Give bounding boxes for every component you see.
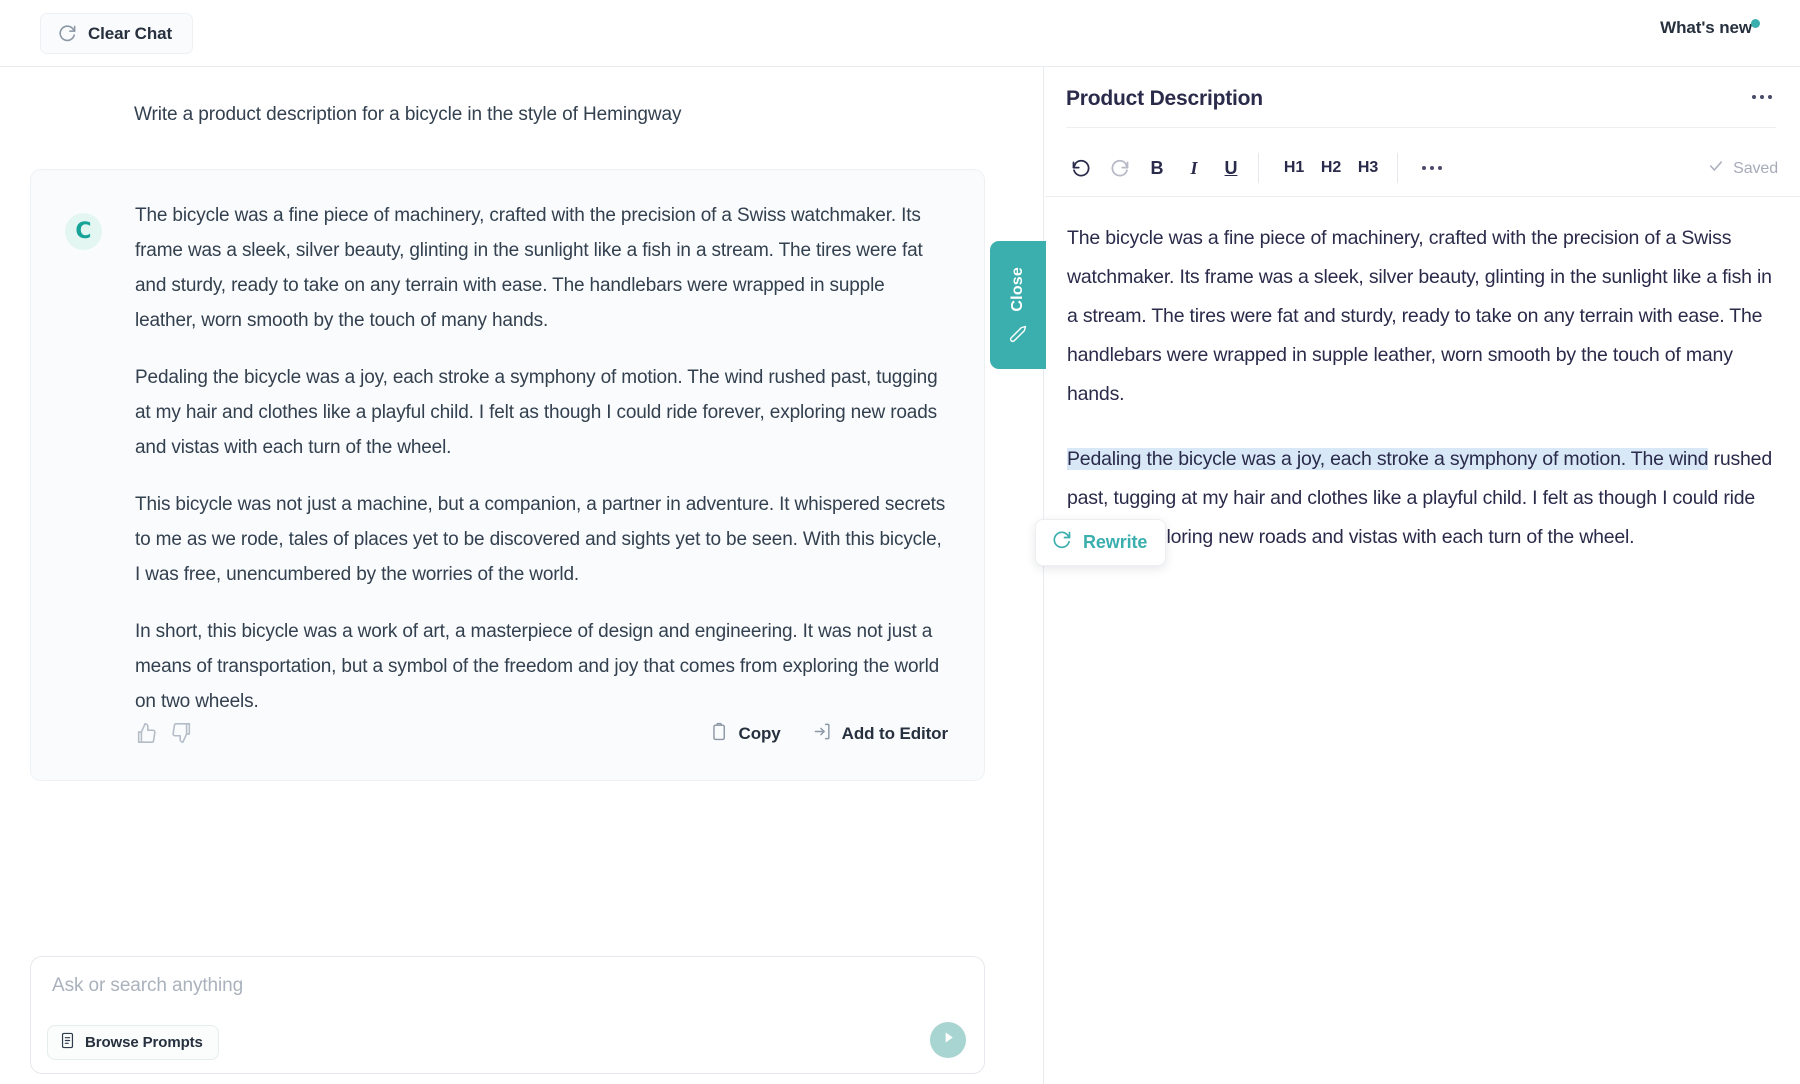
toolbar-divider <box>1258 153 1259 183</box>
h2-button[interactable]: H2 <box>1311 150 1351 186</box>
clear-chat-button[interactable]: Clear Chat <box>40 13 194 54</box>
clipboard-icon <box>710 722 729 746</box>
search-input[interactable] <box>52 975 912 997</box>
top-bar: Clear Chat What's new <box>0 0 1800 67</box>
editor-pane: Product Description B I U H1 H2 H3 Saved… <box>1045 67 1800 1084</box>
rewrite-label: Rewrite <box>1083 532 1148 552</box>
editor-content[interactable]: The bicycle was a fine piece of machiner… <box>1067 219 1779 583</box>
assistant-message-body: The bicycle was a fine piece of machiner… <box>135 198 950 719</box>
h3-button[interactable]: H3 <box>1348 150 1388 186</box>
toolbar-more-ellipsis-icon[interactable] <box>1413 150 1451 186</box>
whats-new-label: What's new <box>1660 18 1752 37</box>
bold-label: B <box>1150 157 1164 178</box>
h1-label: H1 <box>1283 159 1305 176</box>
h3-label: H3 <box>1357 159 1379 176</box>
refresh-icon <box>58 24 77 43</box>
assistant-paragraph: The bicycle was a fine piece of machiner… <box>135 205 923 331</box>
editor-paragraph: The bicycle was a fine piece of machiner… <box>1067 227 1772 405</box>
undo-icon[interactable] <box>1063 150 1097 186</box>
refresh-icon <box>1052 530 1072 555</box>
pen-edit-icon <box>1009 320 1027 343</box>
saved-label: Saved <box>1733 159 1778 177</box>
editor-options-ellipsis-icon[interactable] <box>1750 89 1774 105</box>
copy-button[interactable]: Copy <box>710 722 781 746</box>
h1-button[interactable]: H1 <box>1274 150 1314 186</box>
composer: Browse Prompts <box>30 956 985 1074</box>
browse-prompts-label: Browse Prompts <box>85 1034 203 1051</box>
add-to-editor-icon <box>813 722 832 746</box>
assistant-message-card: C The bicycle was a fine piece of machin… <box>30 169 985 781</box>
underline-button[interactable]: U <box>1214 150 1248 186</box>
title-divider <box>1066 127 1776 128</box>
selected-text: Pedaling the bicycle was a joy, each str… <box>1067 448 1709 470</box>
add-to-editor-button[interactable]: Add to Editor <box>813 722 948 746</box>
chat-pane: Write a product description for a bicycl… <box>0 67 1044 1084</box>
copy-label: Copy <box>738 724 781 743</box>
thumbs-down-icon[interactable] <box>171 722 193 744</box>
message-action-bar: Copy Add to Editor <box>135 722 948 752</box>
thumbs-up-icon[interactable] <box>135 722 157 744</box>
italic-label: I <box>1190 157 1198 178</box>
close-editor-tab[interactable]: Close <box>990 241 1046 369</box>
assistant-paragraph: Pedaling the bicycle was a joy, each str… <box>135 367 938 458</box>
whats-new-button[interactable]: What's new <box>1660 18 1760 38</box>
redo-icon[interactable] <box>1103 150 1137 186</box>
assistant-avatar: C <box>65 213 102 250</box>
add-to-editor-label: Add to Editor <box>841 724 948 743</box>
editor-toolbar: B I U H1 H2 H3 Saved <box>1045 140 1800 197</box>
check-icon <box>1708 158 1724 179</box>
underline-label: U <box>1224 157 1238 178</box>
clear-chat-label: Clear Chat <box>88 23 173 43</box>
saved-status: Saved <box>1708 158 1778 179</box>
bold-button[interactable]: B <box>1140 150 1174 186</box>
toolbar-divider <box>1397 153 1398 183</box>
h2-label: H2 <box>1320 159 1342 176</box>
editor-document-title: Product Description <box>1066 87 1263 110</box>
italic-button[interactable]: I <box>1177 150 1211 186</box>
avatar-letter: C <box>75 218 92 244</box>
assistant-paragraph: In short, this bicycle was a work of art… <box>135 621 940 712</box>
browse-prompts-button[interactable]: Browse Prompts <box>47 1025 219 1060</box>
rewrite-button[interactable]: Rewrite <box>1035 519 1167 566</box>
whats-new-badge-dot <box>1751 19 1760 28</box>
close-tab-label: Close <box>1009 266 1026 312</box>
editor-paragraph-selected: Pedaling the bicycle was a joy, each str… <box>1067 440 1779 557</box>
user-prompt-text: Write a product description for a bicycl… <box>134 104 682 125</box>
send-button[interactable] <box>930 1022 966 1058</box>
send-arrow-icon <box>940 1029 957 1051</box>
assistant-paragraph: This bicycle was not just a machine, but… <box>135 494 946 585</box>
list-document-icon <box>59 1032 76 1054</box>
